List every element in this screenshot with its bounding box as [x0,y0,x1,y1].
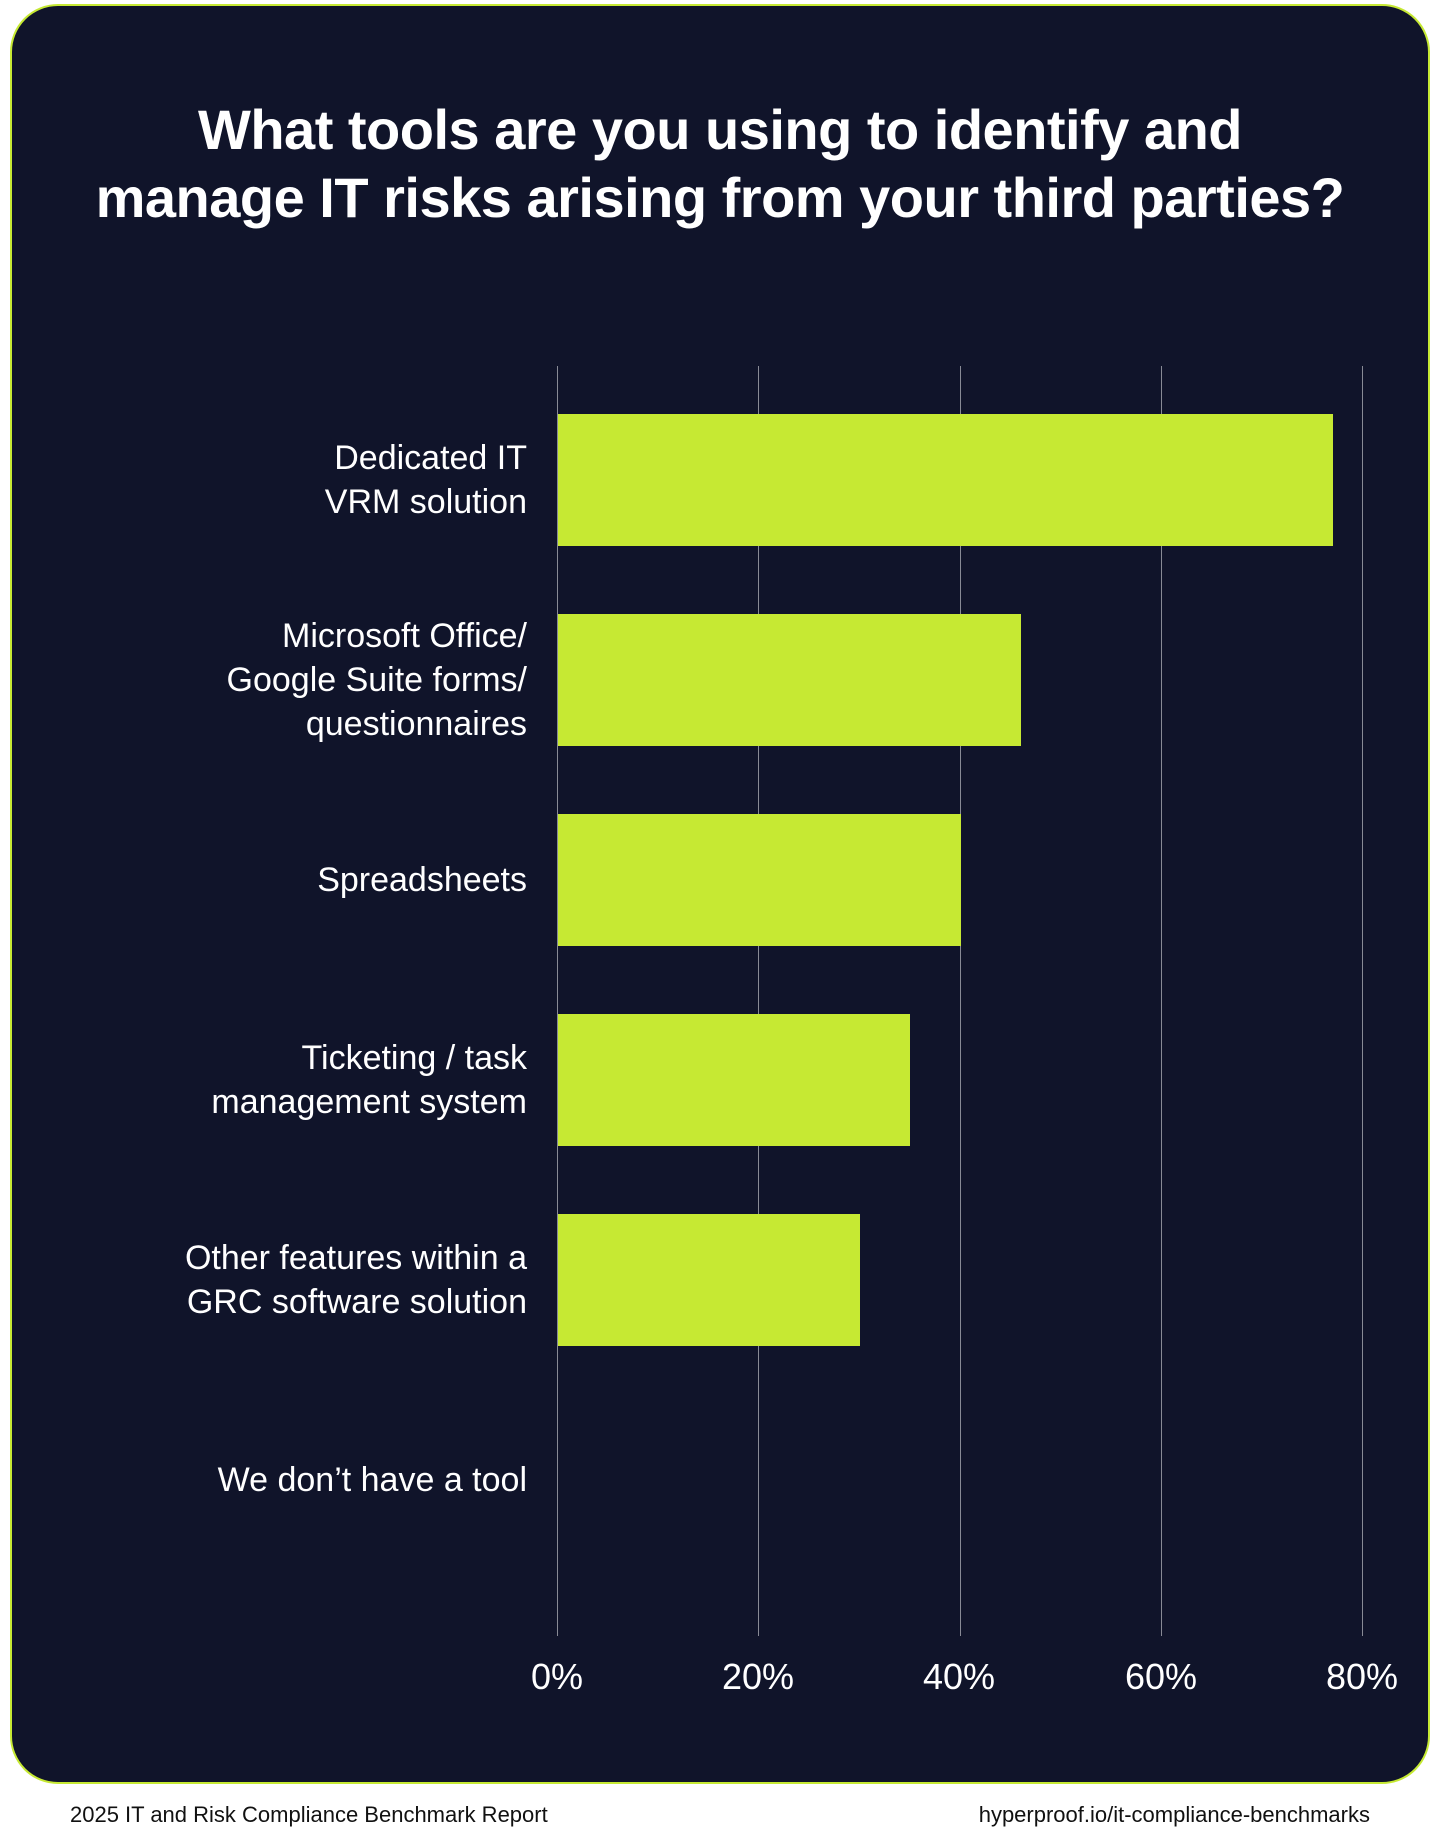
plot-area [557,366,1362,1636]
gridline-40 [960,366,961,1636]
chart-card: What tools are you using to identify and… [10,4,1430,1784]
bar-2 [558,814,961,946]
gridline-0 [557,366,558,1636]
y-label-2: Spreadsheets [87,814,527,946]
bar-4 [558,1214,860,1346]
bar-1 [558,614,1021,746]
chart-title: What tools are you using to identify and… [92,96,1348,233]
y-label-3: Ticketing / task management system [87,1014,527,1146]
y-label-5: We don’t have a tool [87,1414,527,1546]
footer-right: hyperproof.io/it-compliance-benchmarks [979,1802,1370,1828]
y-label-1: Microsoft Office/ Google Suite forms/ qu… [87,614,527,746]
footer-left: 2025 IT and Risk Compliance Benchmark Re… [70,1802,548,1828]
x-tick-0: 0% [531,1656,583,1698]
bar-3 [558,1014,910,1146]
x-tick-80: 80% [1326,1656,1398,1698]
x-tick-20: 20% [722,1656,794,1698]
gridline-20 [758,366,759,1636]
gridline-80 [1362,366,1363,1636]
bar-0 [558,414,1333,546]
footer: 2025 IT and Risk Compliance Benchmark Re… [0,1792,1440,1838]
x-tick-40: 40% [923,1656,995,1698]
x-tick-60: 60% [1125,1656,1197,1698]
gridline-60 [1161,366,1162,1636]
y-label-4: Other features within a GRC software sol… [87,1214,527,1346]
y-label-0: Dedicated IT VRM solution [87,414,527,546]
